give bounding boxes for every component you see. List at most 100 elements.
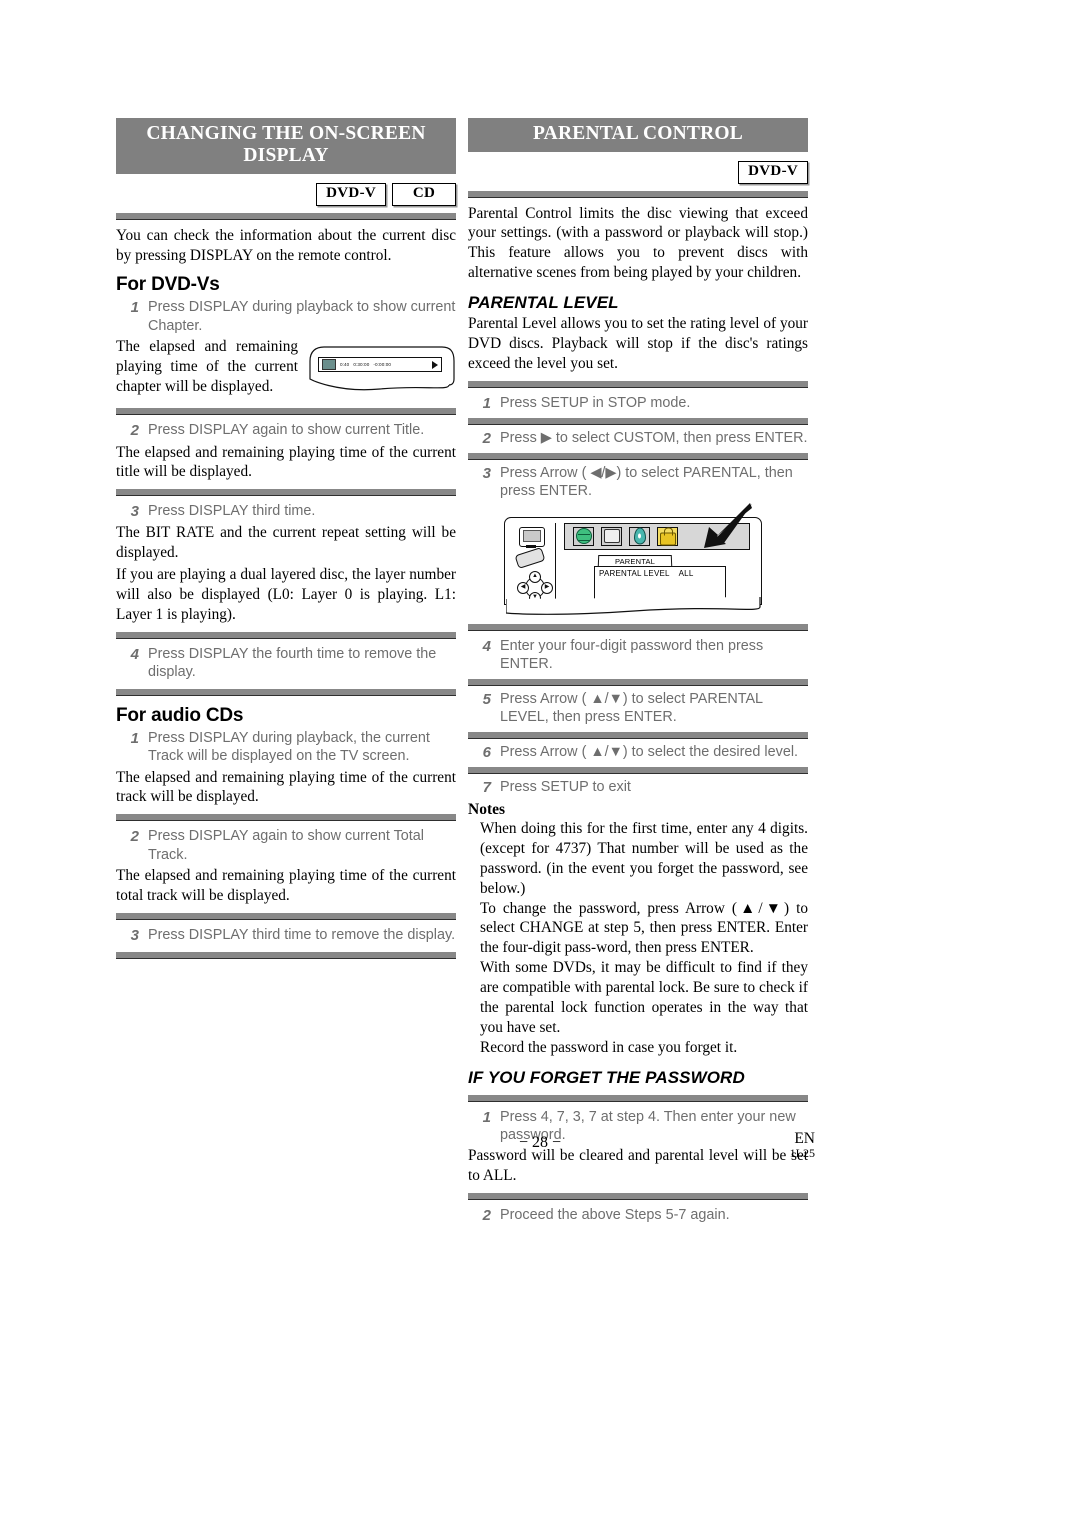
left-column: CHANGING THE ON-SCREEN DISPLAY DVD-V CD …	[116, 118, 456, 965]
divider-rule	[468, 731, 808, 739]
dvd-body-4: If you are playing a dual layered disc, …	[116, 566, 456, 623]
dpad-left-icon: ◀	[517, 581, 529, 594]
parental-level-intro: Parental Level allows you to set the rat…	[468, 315, 808, 372]
footer-codes: EN 1L25	[789, 1130, 815, 1161]
step-number: 2	[130, 422, 139, 440]
setup-menu-figure: ▲ ▼ ◀ ▶ PARENTAL PARENTAL LEVEL ALL	[504, 502, 772, 617]
step-item: 1 Press SETUP in STOP mode.	[468, 394, 808, 413]
section-title-parental-control: PARENTAL CONTROL	[468, 118, 808, 152]
divider-rule	[468, 678, 808, 686]
divider-rule	[116, 952, 456, 960]
step-item: 2 Press DISPLAY again to show current To…	[116, 827, 456, 864]
step-item: 3 Press DISPLAY third time.	[116, 502, 456, 521]
menu-row-label: PARENTAL LEVEL	[599, 568, 670, 578]
globe-icon[interactable]	[573, 526, 594, 546]
cd-body-1: The elapsed and remaining playing time o…	[116, 768, 456, 806]
step-item: 2 Proceed the above Steps 5-7 again.	[468, 1206, 808, 1225]
step-text: Press DISPLAY during playback to show cu…	[148, 299, 456, 334]
step-number: 1	[482, 1108, 491, 1126]
osd-chapter-label: 0:40	[340, 362, 350, 368]
step-number: 3	[130, 503, 139, 521]
osd-status-bar: 0:40 0:30:00 -0:00:00	[318, 357, 442, 373]
divider-rule	[468, 417, 808, 425]
section-title-changing-on-screen-display: CHANGING THE ON-SCREEN DISPLAY	[116, 118, 456, 174]
osd-display-figure: 0:40 0:30:00 -0:00:00	[306, 339, 456, 401]
section-title-text: PARENTAL CONTROL	[533, 123, 743, 144]
divider-rule	[468, 766, 808, 774]
step-text: Press Arrow ( ▲/▼) to select PARENTAL LE…	[500, 690, 763, 726]
remote-control-icon	[514, 546, 546, 569]
arrow-pointer-icon	[704, 502, 752, 548]
right-column: PARENTAL CONTROL DVD-V Parental Control …	[468, 118, 808, 1227]
dvd-body-3: The BIT RATE and the current repeat sett…	[116, 524, 456, 562]
menu-row-value: ALL	[678, 568, 694, 578]
monitor-stand-icon	[526, 544, 536, 548]
step-item: 4 Enter your four-digit password then pr…	[468, 637, 808, 674]
step-text: Press DISPLAY the fourth time to remove …	[148, 645, 437, 681]
step-text: Press SETUP to exit	[500, 778, 631, 795]
display-icon[interactable]	[601, 526, 622, 546]
step-item: 2 Press ▶ to select CUSTOM, then press E…	[468, 429, 808, 448]
forget-body: Password will be cleared and parental le…	[468, 1147, 808, 1185]
section-title-line-2: DISPLAY	[243, 144, 329, 166]
step-number: 4	[482, 637, 491, 655]
media-badge-row-left: DVD-V CD	[116, 183, 456, 206]
divider-rule	[116, 489, 456, 497]
divider-rule	[468, 1094, 808, 1102]
step-number: 4	[130, 645, 139, 663]
divider-rule	[468, 453, 808, 461]
step-item: 4 Press DISPLAY the fourth time to remov…	[116, 645, 456, 682]
step-number: 3	[482, 465, 491, 483]
document-code: 1L25	[789, 1146, 815, 1161]
monitor-icon	[519, 526, 545, 547]
divider-rule	[116, 212, 456, 220]
dpad-right-icon: ▶	[541, 581, 553, 594]
note-item: Record the password in case you forget i…	[480, 1038, 738, 1056]
notes-heading: Notes	[468, 801, 506, 819]
step-item: 1 Press DISPLAY during playback to show …	[116, 298, 456, 335]
step-number: 2	[130, 828, 139, 846]
step-number: 1	[130, 729, 139, 747]
manual-page: CHANGING THE ON-SCREEN DISPLAY DVD-V CD …	[0, 0, 1080, 1527]
step-text: Press SETUP in STOP mode.	[500, 394, 691, 411]
step-item: 7 Press SETUP to exit	[468, 778, 808, 797]
step-item: 5 Press Arrow ( ▲/▼) to select PARENTAL …	[468, 690, 808, 727]
heading-for-audio-cds: For audio CDs	[116, 704, 244, 726]
badge-dvd-v: DVD-V	[738, 160, 808, 184]
language-code: EN	[794, 1130, 815, 1147]
step-item: 6 Press Arrow ( ▲/▼) to select the desir…	[468, 743, 808, 762]
divider-rule	[116, 814, 456, 822]
divider-rule	[468, 1193, 808, 1201]
heading-parental-level: PARENTAL LEVEL	[468, 293, 619, 313]
note-item: To change the password, press Arrow (▲/▼…	[480, 899, 808, 957]
osd-elapsed-time: 0:30:00	[353, 362, 370, 368]
setup-menu-sidebar: ▲ ▼ ◀ ▶	[510, 522, 556, 605]
lock-icon[interactable]	[657, 526, 678, 546]
heading-for-dvd-vs: For DVD-Vs	[116, 274, 220, 296]
disc-icon[interactable]	[629, 526, 650, 546]
step-text: Press DISPLAY again to show current Tota…	[148, 828, 424, 863]
media-badge-row-right: DVD-V	[468, 160, 808, 184]
intro-paragraph-left: You can check the information about the …	[116, 226, 456, 264]
step-text: Press ▶ to select CUSTOM, then press ENT…	[500, 429, 808, 446]
step-number: 1	[130, 299, 139, 317]
step-item: 3 Press DISPLAY third time to remove the…	[116, 926, 456, 945]
divider-rule	[116, 912, 456, 920]
intro-paragraph-right: Parental Control limits the disc viewing…	[468, 204, 808, 282]
osd-chapter-icon	[322, 359, 336, 371]
heading-if-you-forget-the-password: IF YOU FORGET THE PASSWORD	[468, 1067, 745, 1087]
step-number: 2	[482, 1207, 491, 1225]
setup-figure-base-outline	[506, 596, 761, 615]
divider-rule	[468, 190, 808, 198]
play-triangle-icon	[432, 360, 438, 369]
step-text: Press Arrow ( ◀/▶) to select PARENTAL, t…	[500, 465, 793, 500]
step-number: 7	[482, 778, 491, 796]
divider-rule	[116, 408, 456, 416]
step-text: Press DISPLAY again to show current Titl…	[148, 422, 425, 439]
divider-rule	[116, 688, 456, 696]
divider-rule	[468, 380, 808, 388]
step-text: Enter your four-digit password then pres…	[500, 637, 764, 673]
step-number: 5	[482, 690, 491, 708]
divider-rule	[468, 623, 808, 631]
badge-dvd-v: DVD-V	[316, 183, 386, 206]
